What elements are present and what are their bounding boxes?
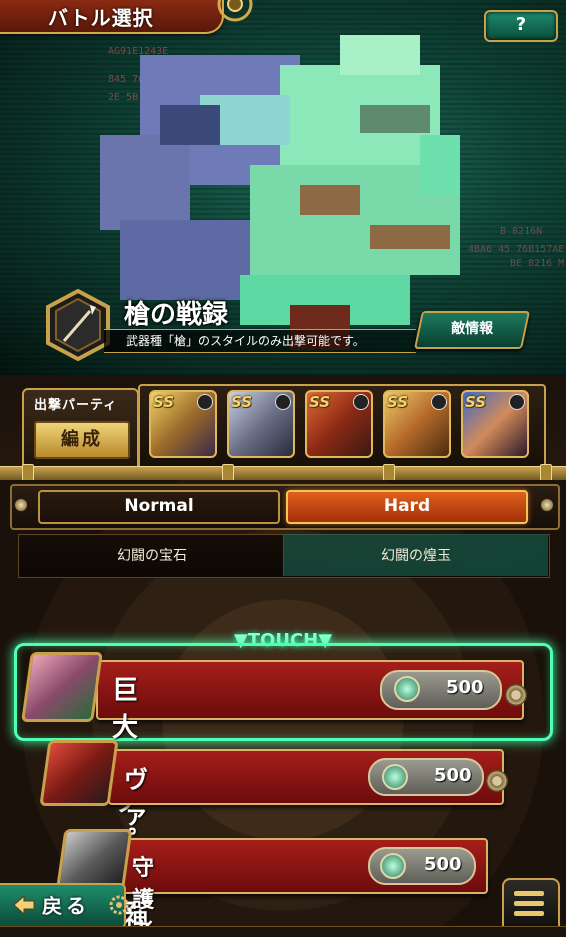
gear-icon [486,770,508,792]
stamina-icon [394,676,420,702]
gear-ornament-icon [109,895,129,915]
screen-title: バトル選択 [48,6,154,30]
back-label: 戻る [42,894,90,918]
party-member-avatar[interactable]: SS [227,390,295,458]
menu-line [514,891,544,896]
battle-cost: 500 [434,765,472,786]
quest-description: 武器種「槍」のスタイルのみ出撃可能です。 [126,334,365,348]
stamina-icon [382,764,408,790]
enemy-info-button[interactable]: 敵情報 [413,311,531,349]
rank-badge: SS [309,393,331,411]
battle-cost: 500 [446,677,484,698]
tab-orb[interactable]: 幻闘の煌玉 [284,534,548,576]
tab-divider [283,534,284,576]
rank-badge: SS [153,393,175,411]
bottom-strip [0,926,566,937]
party-label: 出撃パーティ [34,398,118,413]
party-member-avatar[interactable]: SS [461,390,529,458]
party-member-avatar[interactable]: SS [149,390,217,458]
boss-portrait [39,740,119,806]
help-button[interactable]: ? [484,10,558,42]
rank-badge: SS [387,393,409,411]
back-arrow-icon [13,894,35,916]
rank-badge: SS [465,393,487,411]
quest-banner: AG91E1243E 845 768 1874 2E 5B 845 B 8216… [0,0,566,375]
battle-name: 守護者 [132,856,155,937]
menu-line [514,911,544,916]
menu-line [514,901,544,906]
spear-icon [509,394,525,410]
stamina-icon [380,853,406,879]
bolt [14,498,28,512]
gear-decoration-icon [217,0,253,22]
difficulty-hard-button[interactable]: Hard [286,490,528,524]
battle-cost: 500 [424,854,462,875]
quest-title: 槍の戦録 [124,300,229,330]
spear-icon [275,394,291,410]
battle-select-screen: AG91E1243E 845 768 1874 2E 5B 845 B 8216… [0,0,566,937]
boss-portrait [21,652,103,722]
spear-icon [431,394,447,410]
gear-icon [505,684,527,706]
banner-hex-text: B 8216N [500,226,543,237]
party-member-avatar[interactable]: SS [305,390,373,458]
party-edit-button[interactable]: 編成 [34,421,130,459]
banner-hex-text: 4BA6 45 76B157AE [468,244,565,255]
spear-icon [197,394,213,410]
bolt [540,498,554,512]
banner-hex-text: BE 8216 M [510,258,565,269]
enemy-info-label: 敵情報 [451,321,494,337]
rank-badge: SS [231,393,253,411]
tab-gem[interactable]: 幻闘の宝石 [20,534,284,576]
party-member-avatar[interactable]: SS [383,390,451,458]
difficulty-normal-button[interactable]: Normal [38,490,280,524]
spear-icon [353,394,369,410]
